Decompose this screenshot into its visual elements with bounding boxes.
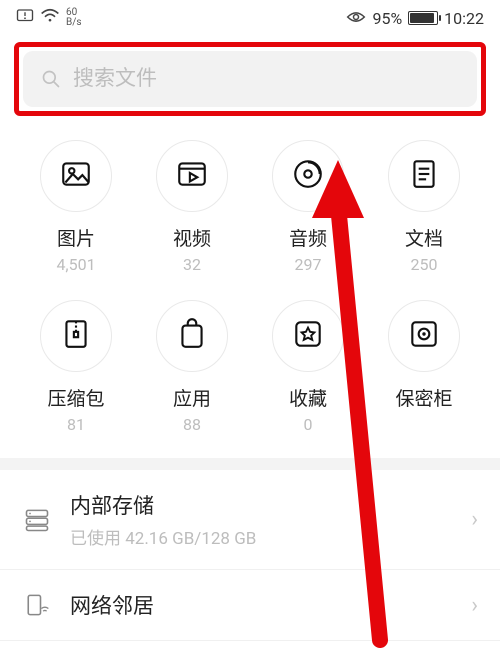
category-label: 应用 (173, 384, 211, 411)
vault-icon (407, 317, 441, 355)
category-apps[interactable]: 应用 88 (136, 300, 248, 434)
search-icon (41, 69, 61, 89)
category-count: 250 (411, 255, 438, 274)
category-label: 压缩包 (47, 384, 104, 411)
category-audio[interactable]: 音频 297 (252, 140, 364, 274)
storage-icon (22, 505, 52, 535)
status-bar: 60 B/s 95% 10:22 (0, 0, 500, 36)
search-input[interactable] (73, 67, 459, 91)
image-icon (59, 157, 93, 195)
sim-alert-icon (16, 8, 34, 28)
category-label: 收藏 (289, 384, 327, 411)
archive-icon (59, 317, 93, 355)
network-neighborhood-item[interactable]: 网络邻居 › (0, 570, 500, 641)
category-label: 视频 (173, 224, 211, 251)
storage-sub: 已使用 42.16 GB/128 GB (70, 524, 453, 549)
chevron-right-icon: › (471, 593, 478, 618)
search-highlight-annotation (14, 42, 486, 116)
battery-percent-label: 95% (372, 9, 402, 28)
search-box[interactable] (23, 51, 477, 107)
network-icon (22, 590, 52, 620)
storage-title: 内部存储 (70, 490, 453, 520)
network-title: 网络邻居 (70, 590, 453, 620)
category-archives[interactable]: 压缩包 81 (20, 300, 132, 434)
category-label: 文档 (405, 224, 443, 251)
category-videos[interactable]: 视频 32 (136, 140, 248, 274)
wifi-icon (40, 8, 60, 28)
category-label: 图片 (57, 224, 95, 251)
category-images[interactable]: 图片 4,501 (20, 140, 132, 274)
document-icon (407, 157, 441, 195)
category-favorites[interactable]: 收藏 0 (252, 300, 364, 434)
video-icon (175, 157, 209, 195)
category-count: 81 (67, 415, 85, 434)
category-count: 32 (183, 255, 201, 274)
eye-comfort-icon (346, 9, 366, 28)
category-docs[interactable]: 文档 250 (368, 140, 480, 274)
chevron-right-icon: › (471, 507, 478, 532)
internal-storage-item[interactable]: 内部存储 已使用 42.16 GB/128 GB › (0, 470, 500, 570)
category-count: 4,501 (56, 255, 95, 274)
category-count: 0 (304, 415, 313, 434)
battery-icon (408, 11, 438, 25)
audio-icon (291, 157, 325, 195)
network-speed-label: 60 B/s (66, 8, 82, 28)
clock-label: 10:22 (444, 9, 484, 28)
category-count: 297 (295, 255, 322, 274)
app-icon (175, 317, 209, 355)
category-grid: 图片 4,501 视频 32 音频 297 文档 250 压缩包 81 (0, 132, 500, 458)
category-safe[interactable]: 保密柜 (368, 300, 480, 434)
category-label: 保密柜 (395, 384, 452, 411)
star-icon (291, 317, 325, 355)
category-count: 88 (183, 415, 201, 434)
category-label: 音频 (289, 224, 327, 251)
section-divider (0, 458, 500, 470)
